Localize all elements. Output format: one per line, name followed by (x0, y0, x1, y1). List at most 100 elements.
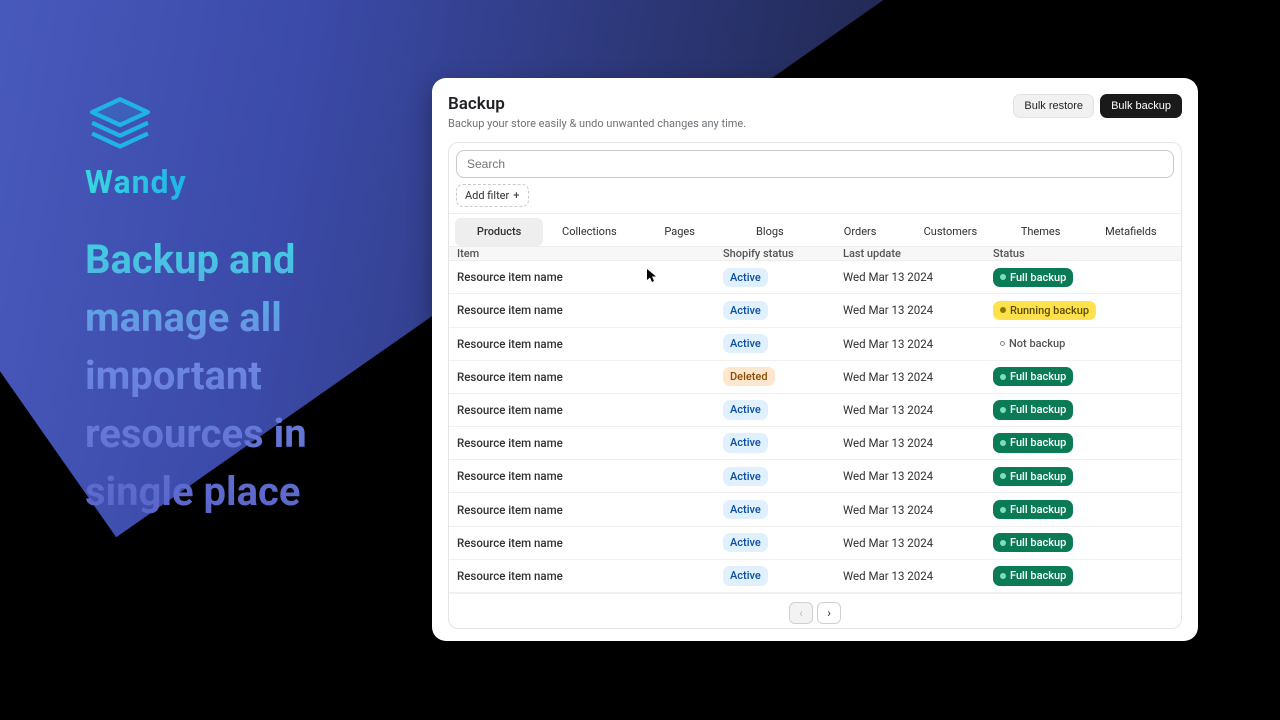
status-dot-icon (1000, 341, 1005, 346)
backup-status-badge: Full backup (993, 367, 1073, 386)
tab-pages[interactable]: Pages (636, 218, 724, 246)
backup-status-badge: Full backup (993, 467, 1073, 486)
table-row[interactable]: Resource item nameActive Wed Mar 13 2024 F… (449, 460, 1181, 493)
table-row[interactable]: Resource item nameActiveWed Mar 13 2024F… (449, 560, 1181, 593)
table-row[interactable]: Resource item nameDeleted Wed Mar 13 2024… (449, 361, 1181, 394)
chevron-right-icon: › (827, 606, 831, 620)
backup-status-badge: Not backup (993, 334, 1072, 353)
item-name: Resource item name (457, 270, 723, 284)
shopify-status-badge: Active (723, 433, 768, 452)
item-name: Resource item name (457, 303, 723, 317)
status-dot-icon (1000, 407, 1006, 413)
hero: Wandy Backup and manage all important re… (85, 95, 405, 521)
table-header: Item Shopify status Last update Status (449, 246, 1181, 261)
status-label: Full backup (1010, 469, 1066, 484)
item-name: Resource item name (457, 503, 723, 517)
last-update: Wed Mar 13 2024 (843, 469, 993, 483)
search-field[interactable] (456, 150, 1174, 178)
backup-status-badge: Running backup (993, 301, 1096, 320)
status-dot-icon (1000, 307, 1006, 313)
tab-blogs[interactable]: Blogs (726, 218, 814, 246)
col-status: Status (993, 247, 1173, 260)
status-label: Full backup (1010, 369, 1066, 384)
shopify-status-badge: Active (723, 533, 768, 552)
table-row[interactable]: Resource item nameActive Wed Mar 13 2024 F… (449, 394, 1181, 427)
table-card: Add filter + ProductsCollectionsPagesBlo… (448, 142, 1182, 629)
shopify-status-badge: Active (723, 301, 768, 320)
prev-page-button[interactable]: ‹ (789, 602, 813, 624)
status-label: Full backup (1010, 535, 1066, 550)
table-row[interactable]: Resource item nameActive Wed Mar 13 2024 R… (449, 294, 1181, 327)
status-label: Full backup (1010, 402, 1066, 417)
add-filter-button[interactable]: Add filter + (456, 184, 529, 207)
tab-customers[interactable]: Customers (906, 218, 994, 246)
panel-header: Backup Backup your store easily & undo u… (448, 94, 1182, 130)
shopify-status-badge: Active (723, 334, 768, 353)
col-shop-status: Shopify status (723, 247, 843, 260)
bulk-restore-button[interactable]: Bulk restore (1013, 94, 1094, 118)
table-row[interactable]: Resource item nameActive Wed Mar 13 2024F… (449, 261, 1181, 294)
page-title: Backup (448, 94, 746, 114)
status-dot-icon (1000, 573, 1006, 579)
backup-status-badge: Full backup (993, 400, 1073, 419)
next-page-button[interactable]: › (817, 602, 841, 624)
tab-themes[interactable]: Themes (997, 218, 1085, 246)
backup-status-badge: Full backup (993, 268, 1073, 287)
tab-collections[interactable]: Collections (545, 218, 633, 246)
status-dot-icon (1000, 374, 1006, 380)
last-update: Wed Mar 13 2024 (843, 270, 993, 284)
shopify-status-badge: Deleted (723, 367, 775, 386)
chevron-left-icon: ‹ (799, 606, 803, 620)
tab-orders[interactable]: Orders (816, 218, 904, 246)
status-label: Full backup (1010, 502, 1066, 517)
backup-status-badge: Full backup (993, 500, 1073, 519)
last-update: Wed Mar 13 2024 (843, 337, 993, 351)
last-update: Wed Mar 13 2024 (843, 370, 993, 384)
status-label: Full backup (1010, 568, 1066, 583)
item-name: Resource item name (457, 403, 723, 417)
shopify-status-badge: Active (723, 566, 768, 585)
last-update: Wed Mar 13 2024 (843, 303, 993, 317)
table-body: Resource item nameActiveWed Mar 13 2024F… (449, 261, 1181, 593)
shopify-status-badge: Active (723, 467, 768, 486)
table-row[interactable]: Resource item nameActive Wed Mar 13 2024 F… (449, 527, 1181, 560)
last-update: Wed Mar 13 2024 (843, 403, 993, 417)
table-row[interactable]: Resource item nameActive Wed Mar 13 2024N… (449, 328, 1181, 361)
table-row[interactable]: Resource item nameActiveWed Mar 13 2024F… (449, 493, 1181, 526)
last-update: Wed Mar 13 2024 (843, 436, 993, 450)
last-update: Wed Mar 13 2024 (843, 536, 993, 550)
item-name: Resource item name (457, 536, 723, 550)
item-name: Resource item name (457, 569, 723, 583)
pagination: ‹ › (449, 593, 1181, 628)
backup-status-badge: Full backup (993, 533, 1073, 552)
backup-panel: Backup Backup your store easily & undo u… (432, 78, 1198, 641)
add-filter-label: Add filter (465, 189, 509, 202)
col-item: Item (457, 247, 723, 260)
brand-logo: Wandy (85, 95, 405, 201)
status-label: Full backup (1010, 435, 1066, 450)
shopify-status-badge: Active (723, 500, 768, 519)
table-row[interactable]: Resource item nameActiveWed Mar 13 2024F… (449, 427, 1181, 460)
plus-icon: + (513, 189, 519, 202)
status-dot-icon (1000, 440, 1006, 446)
tab-products[interactable]: Products (455, 218, 543, 246)
backup-status-badge: Full backup (993, 566, 1073, 585)
item-name: Resource item name (457, 337, 723, 351)
shopify-status-badge: Active (723, 268, 768, 287)
status-label: Running backup (1010, 303, 1089, 318)
hero-tagline: Backup and manage all important resource… (85, 231, 405, 521)
backup-status-badge: Full backup (993, 433, 1073, 452)
tab-metafields[interactable]: Metafields (1087, 218, 1175, 246)
status-dot-icon (1000, 274, 1006, 280)
item-name: Resource item name (457, 370, 723, 384)
shopify-status-badge: Active (723, 400, 768, 419)
stack-icon (85, 95, 155, 155)
bulk-backup-button[interactable]: Bulk backup (1100, 94, 1182, 118)
brand-name: Wandy (85, 163, 187, 201)
search-input[interactable] (467, 157, 1163, 171)
col-updated: Last update (843, 247, 993, 260)
item-name: Resource item name (457, 469, 723, 483)
status-dot-icon (1000, 540, 1006, 546)
status-dot-icon (1000, 507, 1006, 513)
resource-tabs: ProductsCollectionsPagesBlogsOrdersCusto… (449, 213, 1181, 246)
